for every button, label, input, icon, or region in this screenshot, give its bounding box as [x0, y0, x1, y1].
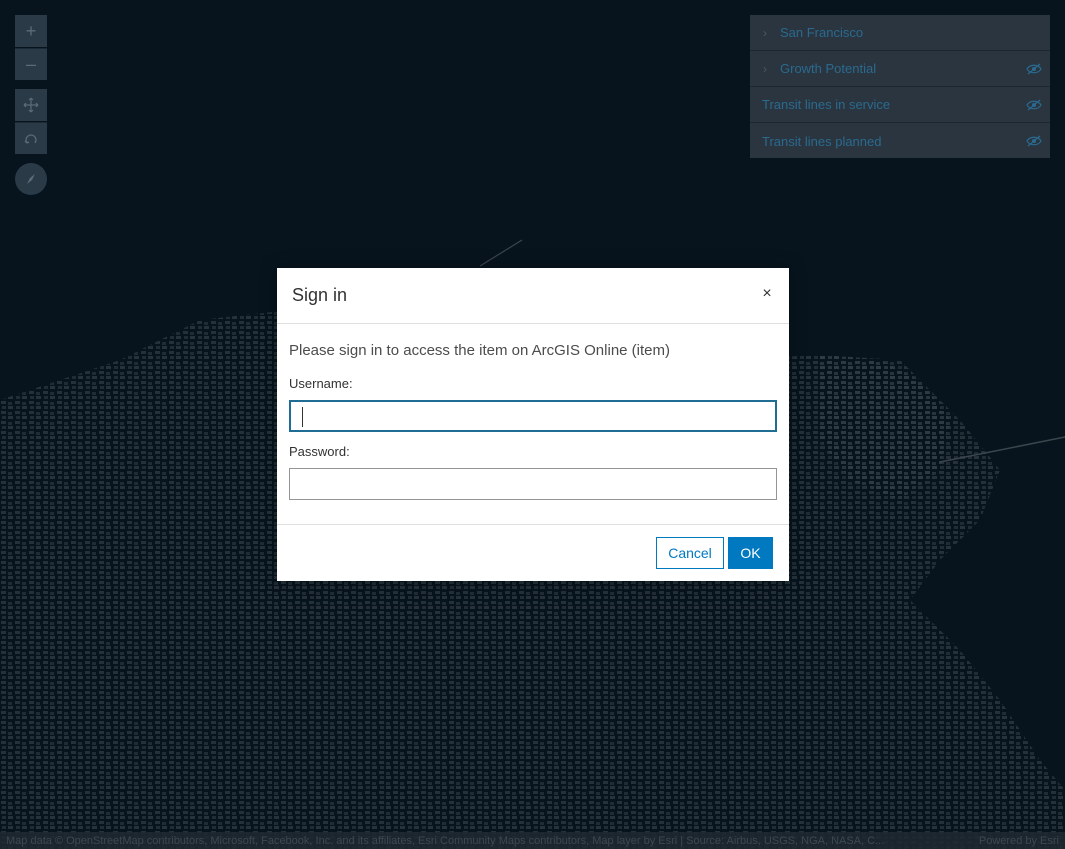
attribution-text[interactable]: Map data © OpenStreetMap contributors, M…: [6, 835, 884, 847]
layer-list-panel: › San Francisco › Growth Potential Trans…: [750, 15, 1050, 158]
visibility-toggle-icon[interactable]: [1026, 61, 1042, 77]
password-field[interactable]: [289, 468, 777, 500]
layer-item-san-francisco[interactable]: › San Francisco: [750, 15, 1050, 51]
text-caret: [302, 407, 303, 427]
zoom-out-icon: –: [25, 54, 36, 74]
dialog-body: Please sign in to access the item on Arc…: [277, 324, 789, 524]
dialog-header: Sign in ×: [277, 268, 789, 324]
password-label: Password:: [289, 444, 350, 459]
rotate-icon: [24, 133, 37, 144]
compass-icon: [27, 174, 35, 184]
dialog-footer: Cancel OK: [277, 524, 789, 581]
compass-button[interactable]: [15, 163, 47, 195]
chevron-right-icon[interactable]: ›: [750, 26, 780, 40]
sign-in-message: Please sign in to access the item on Arc…: [289, 342, 670, 359]
sign-in-dialog: Sign in × Please sign in to access the i…: [277, 268, 789, 581]
visibility-toggle-icon[interactable]: [1026, 133, 1042, 149]
zoom-out-button[interactable]: –: [15, 48, 47, 80]
map-attribution: Map data © OpenStreetMap contributors, M…: [0, 832, 1065, 849]
ok-button[interactable]: OK: [728, 537, 773, 569]
powered-by-text[interactable]: Powered by Esri: [979, 835, 1059, 847]
layer-label: Transit lines in service: [762, 97, 891, 112]
visibility-toggle-icon[interactable]: [1026, 97, 1042, 113]
dialog-title: Sign in: [292, 285, 348, 305]
username-label: Username:: [289, 376, 353, 391]
layer-item-growth-potential[interactable]: › Growth Potential: [750, 51, 1050, 87]
close-icon[interactable]: ×: [759, 286, 775, 302]
username-field[interactable]: [289, 400, 777, 432]
layer-label: Growth Potential: [780, 61, 877, 76]
layer-item-transit-in-service[interactable]: Transit lines in service: [750, 87, 1050, 123]
chevron-right-icon[interactable]: ›: [750, 62, 780, 76]
zoom-in-button[interactable]: +: [15, 15, 47, 47]
cancel-button[interactable]: Cancel: [656, 537, 724, 569]
rotate-button[interactable]: [15, 122, 47, 154]
layer-label: San Francisco: [780, 25, 864, 40]
zoom-in-icon: +: [25, 20, 37, 41]
layer-label: Transit lines planned: [762, 133, 882, 149]
pan-button[interactable]: [15, 89, 47, 121]
move-icon: [23, 97, 39, 113]
layer-item-transit-planned[interactable]: Transit lines planned: [750, 123, 1050, 159]
